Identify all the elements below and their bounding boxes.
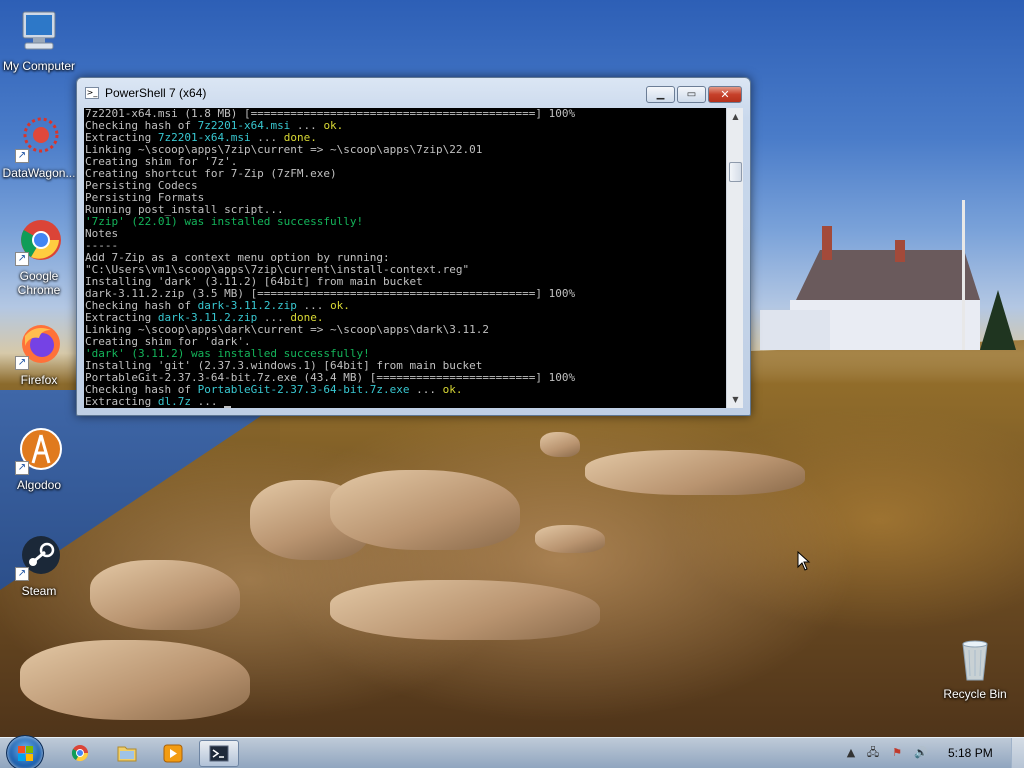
volume-icon[interactable]: 🔊 bbox=[914, 746, 928, 760]
shortcut-arrow-icon: ↗ bbox=[15, 356, 29, 370]
rock bbox=[330, 580, 600, 640]
desktop-icon-recycle-bin[interactable]: Recycle Bin bbox=[936, 636, 1014, 701]
console-line: Notes bbox=[85, 228, 726, 240]
rock bbox=[90, 560, 240, 630]
taskbar: ▲ 🖧 ⚑ 🔊 5:18 PM bbox=[0, 735, 1024, 768]
console-segment: '7zip' (22.01) was installed successfull… bbox=[85, 215, 364, 228]
powershell-window[interactable]: >_ PowerShell 7 (x64) ▁ ▭ ✕ 7z2201-x64.m… bbox=[76, 77, 751, 416]
shortcut-arrow-icon: ↗ bbox=[15, 567, 29, 581]
show-desktop-button[interactable] bbox=[1011, 738, 1024, 768]
console-segment: ok. bbox=[323, 119, 344, 132]
recycle-bin-icon bbox=[951, 636, 999, 684]
console-segment: PortableGit-2.37.3-64-bit.7z.exe bbox=[197, 383, 410, 396]
desktop-icon-label: Algodoo bbox=[16, 478, 62, 492]
console-segment: ok. bbox=[330, 299, 350, 312]
network-icon[interactable]: 🖧 bbox=[866, 746, 880, 760]
console-output[interactable]: 7z2201-x64.msi (1.8 MB) [===============… bbox=[84, 108, 726, 408]
folder-icon bbox=[117, 746, 137, 762]
maximize-button[interactable]: ▭ bbox=[677, 86, 706, 103]
close-button[interactable]: ✕ bbox=[708, 86, 742, 103]
desktop-icon-label: Firefox bbox=[20, 373, 58, 387]
window-title: PowerShell 7 (x64) bbox=[105, 86, 207, 100]
rock bbox=[330, 470, 520, 550]
start-button[interactable] bbox=[6, 735, 44, 768]
console-text: 7z2201-x64.msi (1.8 MB) [===============… bbox=[84, 108, 726, 408]
desktop-icon-datawagon[interactable]: ↗ DataWagon... bbox=[0, 115, 78, 180]
desktop-icon-google-chrome[interactable]: ↗ Google Chrome bbox=[0, 218, 78, 297]
desktop-icon-label: My Computer bbox=[2, 59, 76, 73]
chrome-icon bbox=[71, 745, 89, 762]
console-segment: Extracting bbox=[85, 395, 158, 408]
console-line: '7zip' (22.01) was installed successfull… bbox=[85, 216, 726, 228]
shortcut-arrow-icon: ↗ bbox=[15, 149, 29, 163]
clock[interactable]: 5:18 PM bbox=[948, 746, 993, 760]
desktop-icon-my-computer[interactable]: My Computer bbox=[0, 8, 78, 73]
action-center-flag-icon[interactable]: ⚑ bbox=[890, 746, 904, 760]
computer-icon bbox=[15, 8, 63, 56]
taskbar-chrome-button[interactable] bbox=[60, 740, 100, 767]
rock bbox=[540, 432, 580, 457]
pine-tree bbox=[980, 290, 1016, 350]
chrome-icon: ↗ bbox=[15, 218, 63, 266]
console-segment: dl.7z bbox=[157, 395, 191, 408]
console-segment: ... bbox=[190, 395, 225, 408]
firefox-icon: ↗ bbox=[15, 322, 63, 370]
scroll-down-arrow-icon[interactable]: ▼ bbox=[727, 391, 744, 408]
rock bbox=[535, 525, 605, 553]
window-titlebar[interactable]: >_ PowerShell 7 (x64) ▁ ▭ ✕ bbox=[77, 78, 750, 108]
scroll-up-arrow-icon[interactable]: ▲ bbox=[727, 108, 744, 125]
powershell-icon: >_ bbox=[85, 87, 99, 99]
scrollbar-thumb[interactable] bbox=[729, 162, 742, 182]
steam-icon: ↗ bbox=[15, 533, 63, 581]
desktop-icon-label: DataWagon... bbox=[2, 166, 76, 180]
shortcut-arrow-icon: ↗ bbox=[15, 252, 29, 266]
vertical-scrollbar[interactable]: ▲ ▼ bbox=[726, 108, 743, 408]
algodoo-icon: ↗ bbox=[15, 427, 63, 475]
windows-logo-icon bbox=[18, 746, 34, 762]
flag-pole bbox=[962, 200, 965, 350]
shortcut-arrow-icon: ↗ bbox=[15, 461, 29, 475]
lighthouse-keeper-house bbox=[760, 226, 985, 350]
powershell-icon bbox=[209, 745, 229, 762]
desktop-icon-algodoo[interactable]: ↗ Algodoo bbox=[0, 427, 78, 492]
console-segment: ok. bbox=[442, 383, 463, 396]
console-line: Extracting dl.7z ... bbox=[85, 396, 726, 408]
taskbar-powershell-button[interactable] bbox=[199, 740, 239, 767]
desktop-icon-label: Recycle Bin bbox=[943, 687, 1007, 701]
desktop-icon-label: Steam bbox=[21, 584, 57, 598]
text-cursor bbox=[224, 406, 232, 408]
taskbar-explorer-button[interactable] bbox=[107, 740, 147, 767]
rock bbox=[20, 640, 250, 720]
datawagon-icon: ↗ bbox=[15, 115, 63, 163]
mouse-pointer-icon bbox=[797, 551, 811, 571]
desktop-icon-label: Google Chrome bbox=[17, 269, 61, 297]
desktop-icon-steam[interactable]: ↗ Steam bbox=[0, 533, 78, 598]
taskbar-media-player-button[interactable] bbox=[153, 740, 193, 767]
show-hidden-icons-button[interactable]: ▲ bbox=[844, 746, 858, 760]
media-player-icon bbox=[163, 744, 183, 763]
rock bbox=[585, 450, 805, 495]
minimize-button[interactable]: ▁ bbox=[646, 86, 675, 103]
desktop-icon-firefox[interactable]: ↗ Firefox bbox=[0, 322, 78, 387]
console-segment: ... bbox=[409, 383, 443, 396]
